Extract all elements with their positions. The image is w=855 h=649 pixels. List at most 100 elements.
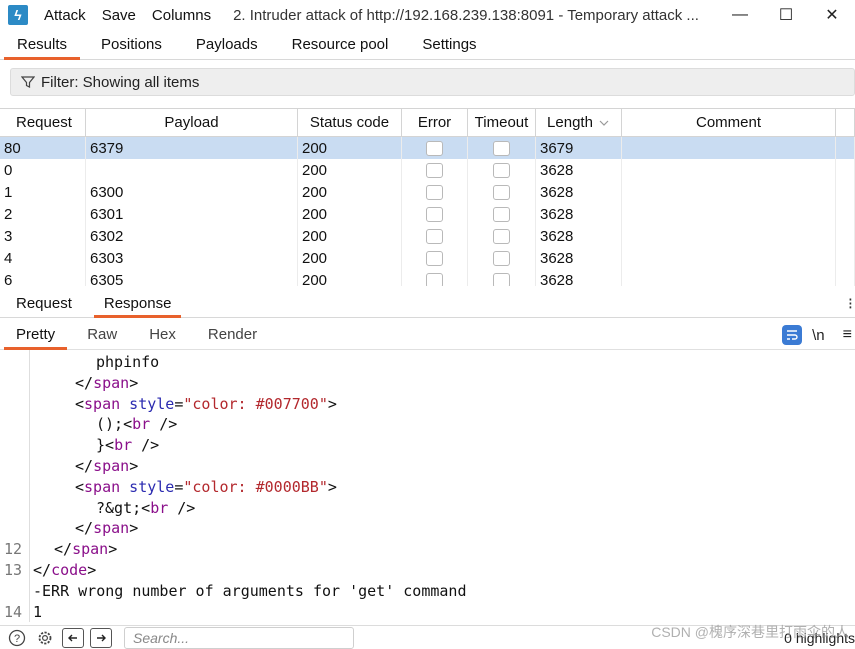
error-checkbox [426,162,443,178]
menu-columns[interactable]: Columns [152,7,211,24]
arrow-right-icon[interactable] [90,627,112,648]
line-text: </span> [33,539,117,559]
table-row[interactable]: 0 200 3628 [0,159,855,181]
cell-payload: 6301 [86,203,298,225]
tab-raw[interactable]: Raw [71,320,133,349]
code-token: span [72,540,109,559]
cell-timeout [468,247,536,269]
code-token: span [93,457,130,475]
line-text: </span> [33,456,138,476]
header-comment[interactable]: Comment [622,109,836,136]
table-header: Request Payload Status code Error Timeou… [0,109,855,137]
minimize-button[interactable]: — [717,0,763,30]
filter-label: Filter: Showing all items [41,73,200,91]
code-token: </ [75,373,94,392]
cell-spacer [836,247,855,269]
menu-icon[interactable]: ≡ [843,326,852,344]
code-token: </ [75,519,94,538]
tab-hex[interactable]: Hex [133,320,192,349]
error-checkbox [426,272,443,286]
timeout-checkbox [493,162,510,178]
line-text: ?&gt;<br /> [33,498,195,518]
request-response-tabs: Request Response ⁝ [0,290,855,318]
tab-settings[interactable]: Settings [405,30,493,59]
more-options-icon[interactable]: ⁝ [848,294,853,314]
code-token: br [150,498,169,517]
maximize-button[interactable]: ☐ [763,0,809,30]
header-status-code[interactable]: Status code [298,109,402,136]
cell-timeout [468,159,536,181]
table-row[interactable]: 6 6305 200 3628 [0,269,855,286]
code-line: 12 </span> [0,539,855,559]
menu-save[interactable]: Save [102,7,136,24]
code-token: phpinfo [96,353,160,371]
error-checkbox [426,206,443,222]
cell-length: 3628 [536,269,622,286]
cell-request: 80 [0,137,86,159]
cell-timeout [468,225,536,247]
code-token: > [108,540,118,559]
menu-attack[interactable]: Attack [44,7,86,24]
cell-request: 0 [0,159,86,181]
close-button[interactable]: ✕ [809,0,855,30]
code-line: 13 </code> [0,560,855,580]
table-row[interactable]: 2 6301 200 3628 [0,203,855,225]
newline-icon[interactable]: \n [812,327,825,344]
cell-error [402,247,468,269]
code-line: 14 1 [0,602,855,622]
header-payload[interactable]: Payload [86,109,298,136]
header-error[interactable]: Error [402,109,468,136]
tab-positions[interactable]: Positions [84,30,179,59]
table-row[interactable]: 3 6302 200 3628 [0,225,855,247]
header-timeout[interactable]: Timeout [468,109,536,136]
cell-length: 3628 [536,247,622,269]
search-input[interactable] [124,626,354,649]
table-row[interactable]: 1 6300 200 3628 [0,181,855,203]
cell-error [402,203,468,225]
code-token: > [129,519,139,538]
error-checkbox [426,140,443,156]
header-length[interactable]: Length [536,109,622,136]
code-token: span [93,373,130,392]
code-token: > [129,373,139,392]
cell-error [402,159,468,181]
word-wrap-icon[interactable] [782,325,803,345]
cell-request: 4 [0,247,86,269]
svg-text:?: ? [14,633,20,645]
main-tabs: Results Positions Payloads Resource pool… [0,30,855,60]
tab-render[interactable]: Render [192,320,273,349]
code-line: phpinfo [0,352,855,372]
response-editor[interactable]: phpinfo </span> <span style="color: #00770… [0,350,855,622]
tab-response[interactable]: Response [88,290,188,318]
error-checkbox [426,250,443,266]
help-icon[interactable]: ? [6,628,28,648]
code-token: > [87,561,97,579]
cell-timeout [468,137,536,159]
tab-request[interactable]: Request [0,290,88,317]
code-line: ();<br /> [0,414,855,434]
timeout-checkbox [493,228,510,244]
arrow-left-glyph-icon [68,634,77,641]
arrow-left-icon[interactable] [62,627,84,648]
code-token: ();< [96,415,133,434]
table-row[interactable]: 4 6303 200 3628 [0,247,855,269]
tab-pretty[interactable]: Pretty [0,320,71,350]
view-tabs: Pretty Raw Hex Render \n ≡ [0,320,855,350]
cell-spacer [836,137,855,159]
header-request[interactable]: Request [0,109,86,136]
filter-bar[interactable]: Filter: Showing all items [10,68,855,96]
table-row[interactable]: 80 6379 200 3679 [0,137,855,159]
line-text: <span style="color: #0000BB"> [33,477,337,497]
code-token: -ERR wrong number of arguments for 'get'… [33,581,467,600]
watermark: CSDN @槐序深巷里打雨伞的人 [651,624,849,640]
cell-comment [622,203,836,225]
burp-logo-icon: ϟ [8,5,28,25]
line-text: <span style="color: #007700"> [33,394,337,414]
code-line: }<br /> [0,435,855,455]
gear-glyph-icon [38,631,52,644]
gear-icon[interactable] [34,628,56,648]
tab-resource-pool[interactable]: Resource pool [275,30,406,59]
tab-results[interactable]: Results [0,30,84,60]
chevron-down-icon [599,120,609,126]
tab-payloads[interactable]: Payloads [179,30,275,59]
